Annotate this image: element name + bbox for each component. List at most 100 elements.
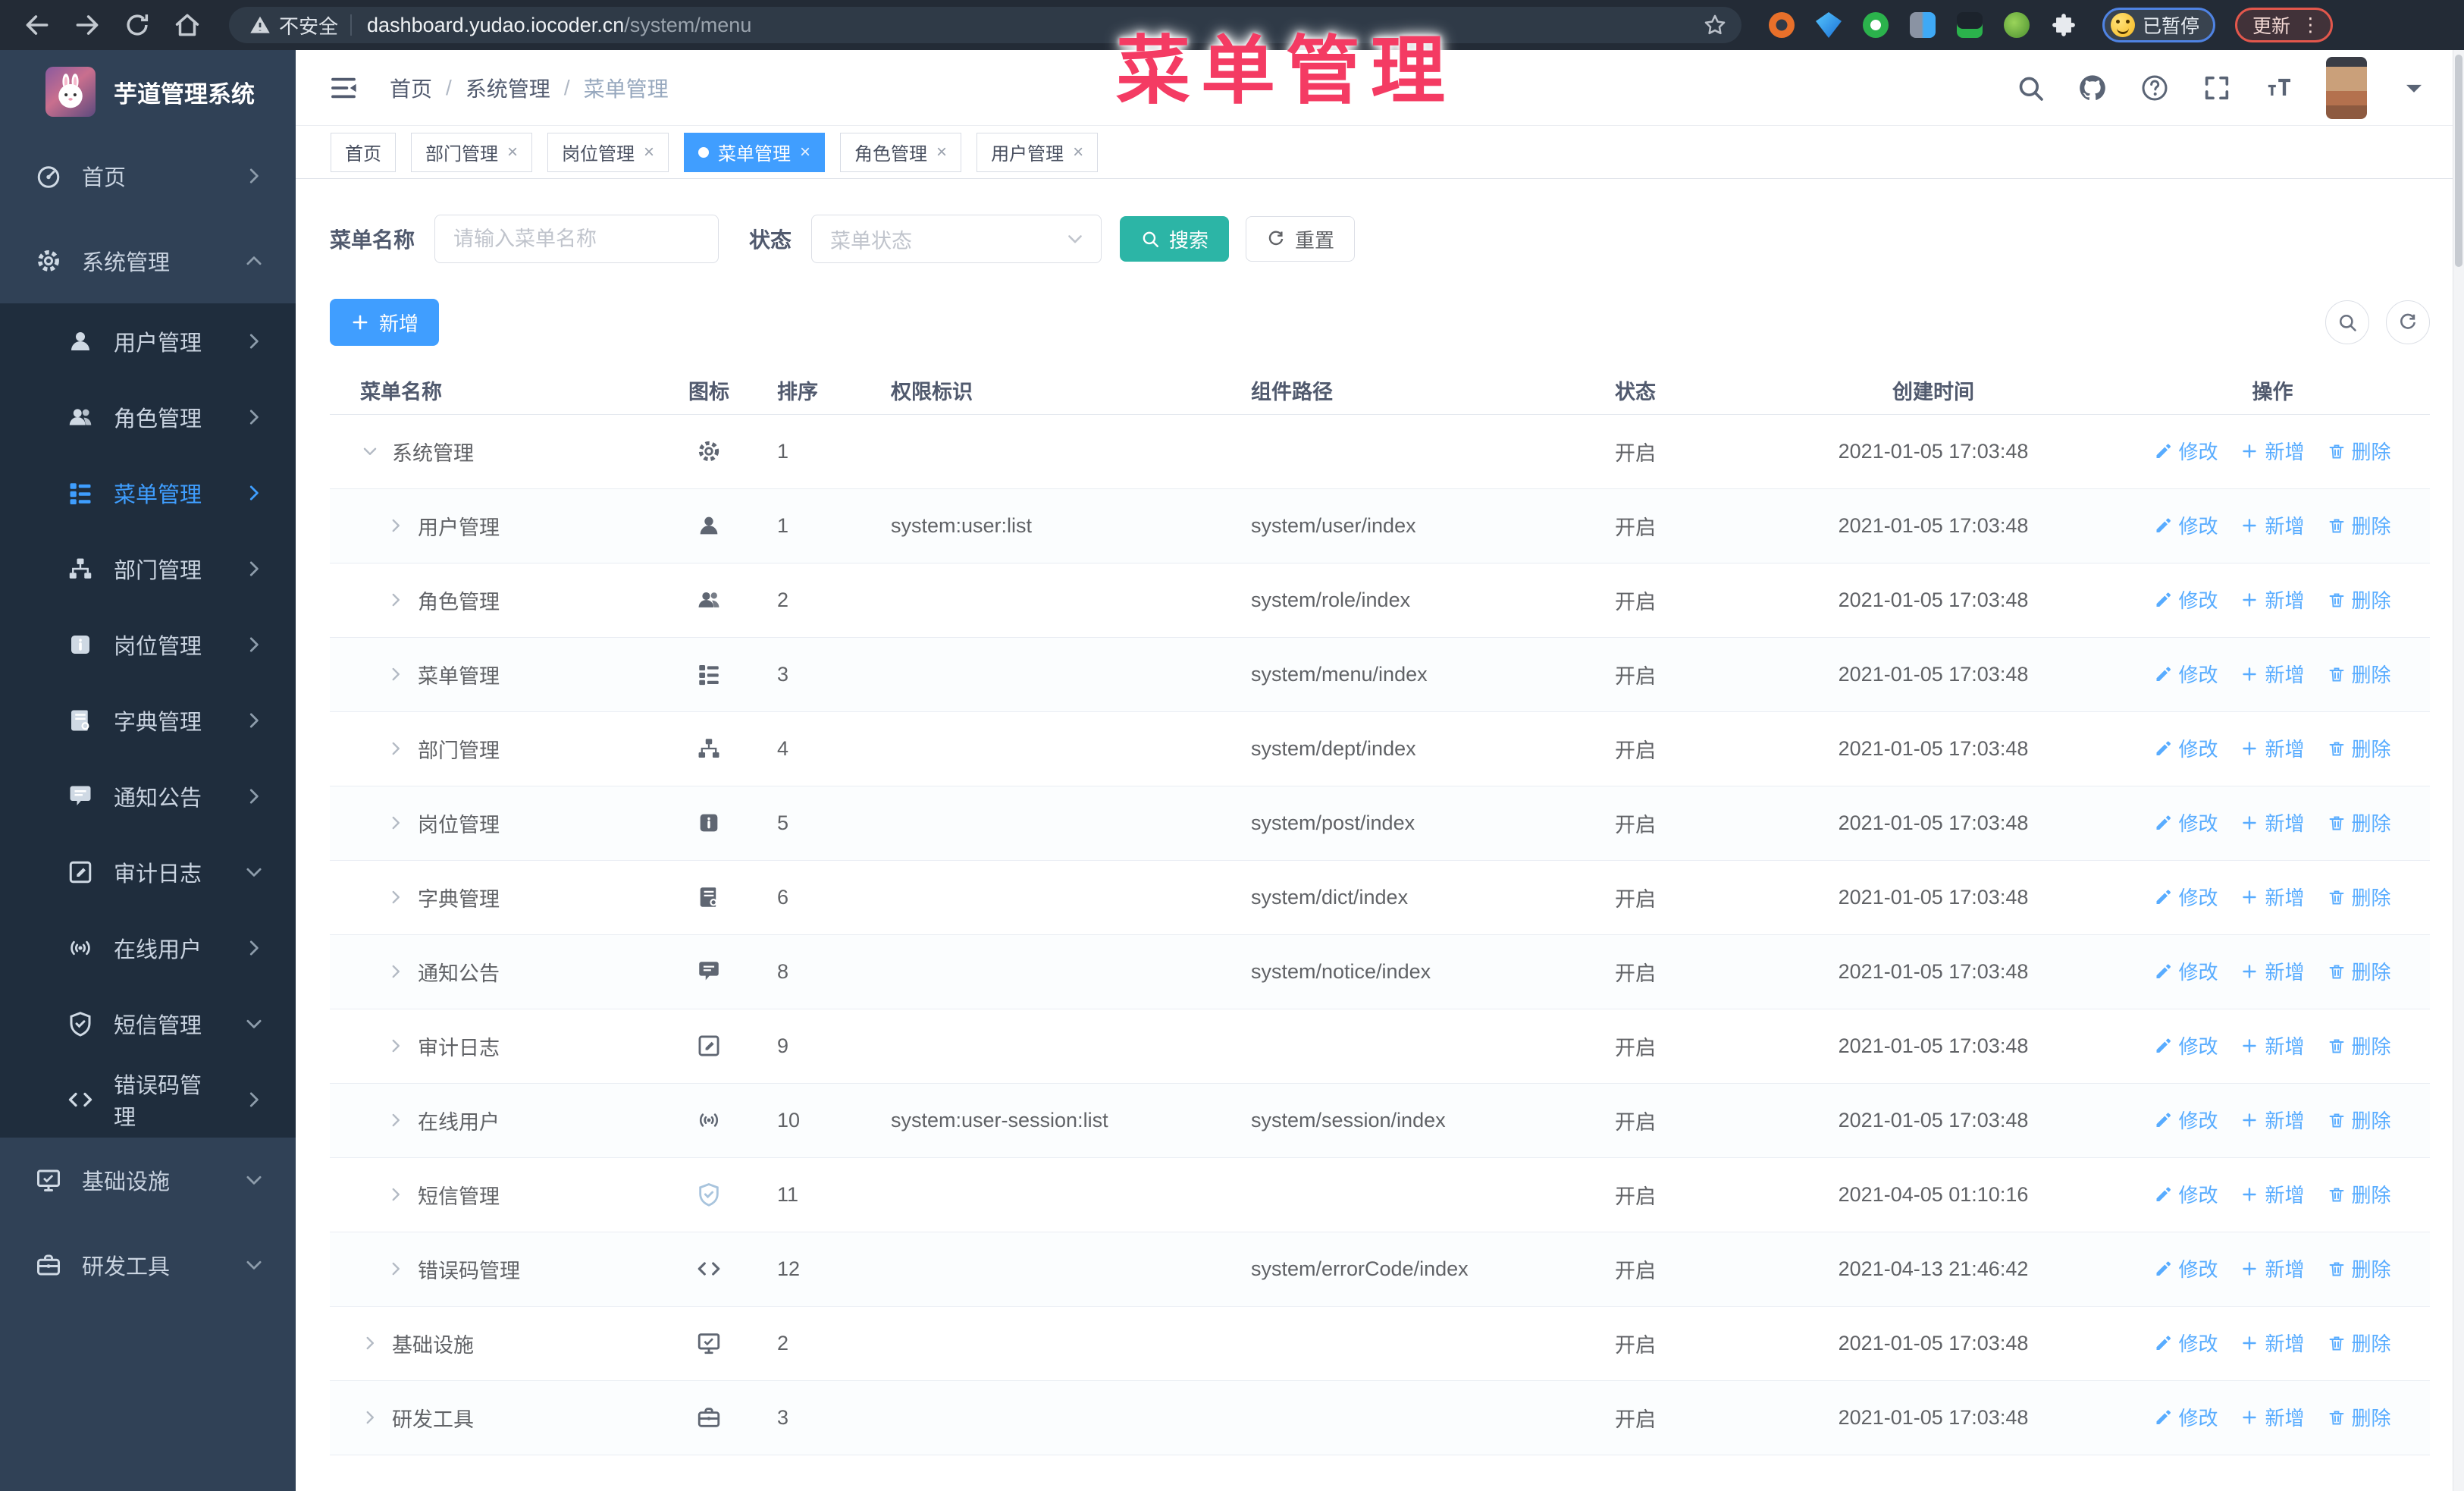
edit-link[interactable]: 修改 <box>2154 437 2218 465</box>
extension-on-badge-icon[interactable] <box>1957 12 1983 38</box>
expand-caret-icon[interactable] <box>386 1110 406 1130</box>
extension-check-icon[interactable] <box>1863 12 1889 38</box>
close-icon[interactable]: × <box>1073 142 1083 163</box>
profile-paused-pill[interactable]: 已暂停 <box>2102 8 2216 42</box>
delete-link[interactable]: 删除 <box>2328 511 2391 539</box>
delete-link[interactable]: 删除 <box>2328 437 2391 465</box>
add-link[interactable]: 新增 <box>2240 1403 2305 1431</box>
expand-caret-icon[interactable] <box>386 590 406 610</box>
delete-link[interactable]: 删除 <box>2328 1329 2391 1357</box>
extensions-puzzle-icon[interactable] <box>2051 12 2077 38</box>
add-button[interactable]: 新增 <box>330 299 440 346</box>
delete-link[interactable]: 删除 <box>2328 1254 2391 1282</box>
chrome-update-button[interactable]: 更新 ⋮ <box>2235 8 2334 42</box>
add-link[interactable]: 新增 <box>2240 585 2305 614</box>
edit-link[interactable]: 修改 <box>2154 585 2218 614</box>
view-tag[interactable]: 岗位管理 × <box>547 132 669 172</box>
breadcrumb-system[interactable]: 系统管理 <box>466 73 550 103</box>
sidebar-item-tree[interactable]: 部门管理 <box>0 531 296 607</box>
sidebar-item-shield[interactable]: 短信管理 <box>0 986 296 1062</box>
add-link[interactable]: 新增 <box>2240 1031 2305 1059</box>
sidebar-item-log[interactable]: 审计日志 <box>0 834 296 910</box>
scrollbar-thumb[interactable] <box>2455 55 2462 267</box>
sidebar-item-dashboard[interactable]: 首页 <box>0 133 296 218</box>
delete-link[interactable]: 删除 <box>2328 585 2391 614</box>
chrome-menu-dots-icon[interactable]: ⋮ <box>2301 16 2320 35</box>
edit-link[interactable]: 修改 <box>2154 957 2218 985</box>
sidebar-item-online[interactable]: 在线用户 <box>0 910 296 986</box>
delete-link[interactable]: 删除 <box>2328 957 2391 985</box>
sidebar-item-users[interactable]: 角色管理 <box>0 379 296 455</box>
browser-home-icon[interactable] <box>173 11 202 39</box>
expand-caret-icon[interactable] <box>360 441 380 461</box>
extension-gem-icon[interactable] <box>1816 12 1842 38</box>
sidebar-toggle-icon[interactable] <box>328 72 359 104</box>
status-select[interactable]: 菜单状态 <box>811 215 1102 263</box>
extension-columns-icon[interactable] <box>1910 12 1936 38</box>
close-icon[interactable]: × <box>644 142 654 163</box>
user-avatar[interactable] <box>2326 56 2367 119</box>
search-button[interactable]: 搜索 <box>1120 216 1230 262</box>
github-icon[interactable] <box>2077 73 2108 103</box>
expand-caret-icon[interactable] <box>386 739 406 758</box>
delete-link[interactable]: 删除 <box>2328 1180 2391 1208</box>
view-tag[interactable]: 角色管理 × <box>840 132 962 172</box>
edit-link[interactable]: 修改 <box>2154 883 2218 911</box>
expand-caret-icon[interactable] <box>386 1259 406 1279</box>
expand-caret-icon[interactable] <box>386 1036 406 1056</box>
expand-caret-icon[interactable] <box>386 1185 406 1204</box>
extension-monkey-icon[interactable] <box>2004 12 2030 38</box>
add-link[interactable]: 新增 <box>2240 1180 2305 1208</box>
expand-caret-icon[interactable] <box>360 1333 380 1353</box>
add-link[interactable]: 新增 <box>2240 1106 2305 1134</box>
extension-icon[interactable] <box>1769 12 1795 38</box>
delete-link[interactable]: 删除 <box>2328 734 2391 762</box>
add-link[interactable]: 新增 <box>2240 660 2305 688</box>
delete-link[interactable]: 删除 <box>2328 1031 2391 1059</box>
add-link[interactable]: 新增 <box>2240 808 2305 837</box>
fullscreen-icon[interactable] <box>2202 73 2232 103</box>
expand-caret-icon[interactable] <box>386 962 406 981</box>
refresh-table-button[interactable] <box>2386 300 2430 344</box>
view-tag[interactable]: 首页 × <box>331 132 396 172</box>
sidebar-item-tool[interactable]: 研发工具 <box>0 1223 296 1307</box>
view-tag[interactable]: 部门管理 × <box>411 132 533 172</box>
close-icon[interactable]: × <box>936 142 947 163</box>
browser-reload-icon[interactable] <box>123 11 152 39</box>
edit-link[interactable]: 修改 <box>2154 511 2218 539</box>
browser-forward-icon[interactable] <box>73 11 102 39</box>
delete-link[interactable]: 删除 <box>2328 808 2391 837</box>
expand-caret-icon[interactable] <box>360 1408 380 1427</box>
close-icon[interactable]: × <box>800 142 810 163</box>
add-link[interactable]: 新增 <box>2240 734 2305 762</box>
sidebar-item-message[interactable]: 通知公告 <box>0 758 296 834</box>
reset-button[interactable]: 重置 <box>1246 216 1356 262</box>
help-icon[interactable] <box>2140 73 2170 103</box>
close-icon[interactable]: × <box>507 142 518 163</box>
add-link[interactable]: 新增 <box>2240 511 2305 539</box>
delete-link[interactable]: 删除 <box>2328 1106 2391 1134</box>
add-link[interactable]: 新增 <box>2240 1254 2305 1282</box>
font-size-icon[interactable] <box>2264 73 2294 103</box>
bookmark-star-icon[interactable] <box>1702 12 1728 38</box>
breadcrumb-home[interactable]: 首页 <box>390 73 432 103</box>
add-link[interactable]: 新增 <box>2240 437 2305 465</box>
delete-link[interactable]: 删除 <box>2328 883 2391 911</box>
add-link[interactable]: 新增 <box>2240 957 2305 985</box>
user-menu-caret-icon[interactable] <box>2399 73 2429 103</box>
delete-link[interactable]: 删除 <box>2328 1403 2391 1431</box>
view-tag[interactable]: 菜单管理 × <box>684 132 826 172</box>
add-link[interactable]: 新增 <box>2240 883 2305 911</box>
sidebar-item-post[interactable]: 岗位管理 <box>0 607 296 683</box>
expand-caret-icon[interactable] <box>386 664 406 684</box>
expand-caret-icon[interactable] <box>386 813 406 833</box>
edit-link[interactable]: 修改 <box>2154 734 2218 762</box>
edit-link[interactable]: 修改 <box>2154 660 2218 688</box>
menu-name-input[interactable] <box>434 215 719 263</box>
page-scrollbar[interactable] <box>2453 50 2464 1491</box>
toggle-search-button[interactable] <box>2325 300 2369 344</box>
edit-link[interactable]: 修改 <box>2154 1403 2218 1431</box>
edit-link[interactable]: 修改 <box>2154 808 2218 837</box>
delete-link[interactable]: 删除 <box>2328 660 2391 688</box>
sidebar-item-user[interactable]: 用户管理 <box>0 303 296 379</box>
